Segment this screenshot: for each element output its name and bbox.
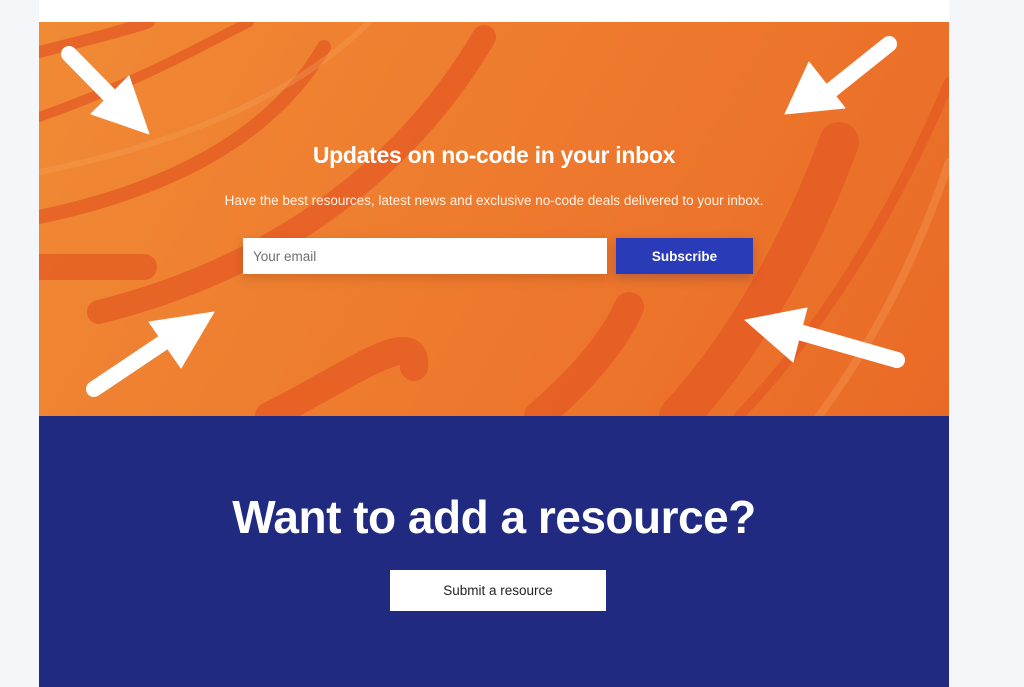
add-resource-section: Want to add a resource? Submit a resourc… xyxy=(39,416,949,687)
newsletter-section: Updates on no-code in your inbox Have th… xyxy=(39,22,949,416)
top-white-strip xyxy=(39,0,949,22)
newsletter-description: Have the best resources, latest news and… xyxy=(224,193,764,208)
subscribe-button[interactable]: Subscribe xyxy=(616,238,753,274)
annotation-arrows xyxy=(61,36,905,397)
submit-resource-button[interactable]: Submit a resource xyxy=(390,570,606,611)
email-field[interactable] xyxy=(243,238,607,274)
newsletter-title: Updates on no-code in your inbox xyxy=(312,142,676,168)
add-resource-title: Want to add a resource? xyxy=(232,491,756,543)
